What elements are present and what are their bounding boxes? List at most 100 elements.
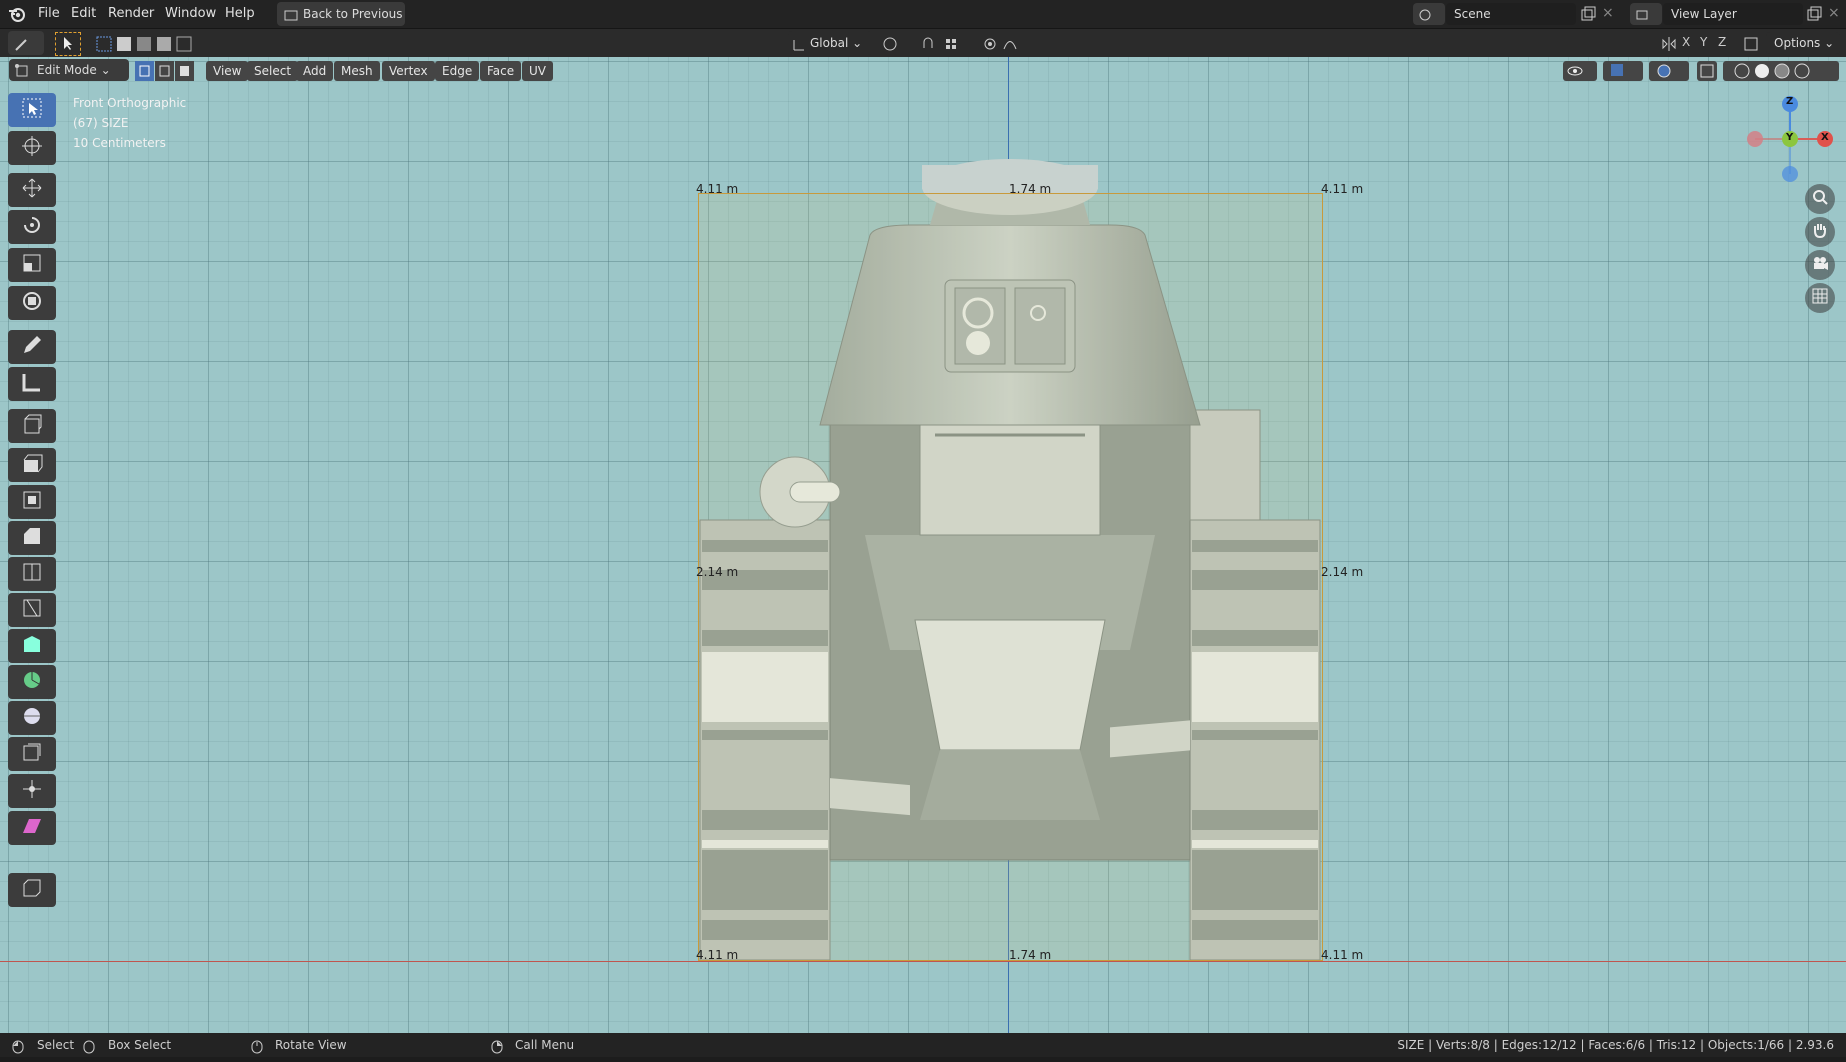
gizmo-x-label: X (1821, 132, 1829, 143)
blender-logo-icon[interactable] (8, 5, 26, 23)
ortho-toggle-button[interactable] (1805, 283, 1835, 313)
camera-view-button[interactable] (1805, 250, 1835, 280)
loop-cut-icon (21, 561, 43, 587)
scene-copy-icon[interactable] (1580, 6, 1596, 22)
knife-icon (21, 597, 43, 623)
header-mesh-button[interactable]: Mesh (334, 61, 380, 81)
menu-help[interactable]: Help (217, 0, 263, 28)
tool-loop-cut[interactable] (8, 557, 56, 591)
header-uv-button[interactable]: UV (522, 61, 553, 81)
tool-rotate[interactable] (8, 210, 56, 244)
measure-bot-mid: 1.74 m (1009, 948, 1052, 962)
cursor-select-icon (21, 97, 43, 123)
tool-inset[interactable] (8, 485, 56, 519)
bounding-box-overlay (698, 193, 1323, 961)
navigation-gizmo[interactable]: Z Y X (1745, 94, 1835, 184)
smooth-icon (21, 705, 43, 731)
tool-smooth[interactable] (8, 701, 56, 735)
header-view-button[interactable]: View (206, 61, 249, 81)
view-layer-copy-icon[interactable] (1806, 6, 1822, 22)
tool-edge-slide[interactable] (8, 737, 56, 771)
tool-select-box[interactable] (8, 93, 56, 127)
top-bar: File Edit Render Window Help Back to Pre… (0, 0, 1846, 29)
inset-icon (21, 489, 43, 515)
view-layer-label: View Layer (1671, 7, 1737, 21)
header-vertex-button[interactable]: Vertex (382, 61, 435, 81)
tool-poly-build[interactable] (8, 629, 56, 663)
grid-scale-label: 10 Centimeters (73, 136, 166, 150)
mode-label: Edit Mode (37, 63, 97, 77)
orientation-label: Global (810, 36, 849, 50)
back-to-previous-button[interactable]: Back to Previous (277, 2, 405, 26)
view-layer-selector-button[interactable] (1630, 3, 1662, 25)
scene-label: Scene (1454, 7, 1491, 21)
select-tool-icon[interactable] (55, 32, 81, 56)
extrude-icon (21, 452, 43, 478)
tool-move[interactable] (8, 173, 56, 207)
header-edge-button[interactable]: Edge (435, 61, 480, 81)
tool-bevel[interactable] (8, 521, 56, 555)
tool-transform[interactable] (8, 286, 56, 320)
editor-type-button[interactable] (8, 31, 44, 55)
view-layer-name-field[interactable]: View Layer (1663, 3, 1803, 25)
pan-button[interactable] (1805, 217, 1835, 247)
view-layer-close-icon[interactable]: × (1828, 5, 1840, 21)
tool-knife[interactable] (8, 593, 56, 627)
transform-orientation-dropdown[interactable]: Global ⌄ (788, 31, 872, 55)
scene-name-field[interactable]: Scene (1446, 3, 1576, 25)
scene-selector-button[interactable] (1413, 3, 1445, 25)
status-stats: SIZE | Verts:8/8 | Edges:12/12 | Faces:6… (1397, 1038, 1834, 1052)
status-call-menu-label: Call Menu (515, 1038, 575, 1052)
header-face-button[interactable]: Face (480, 61, 522, 81)
rotate-icon (21, 214, 43, 240)
scene-close-icon[interactable]: × (1602, 5, 1614, 21)
measure-bot-right: 4.11 m (1321, 948, 1364, 962)
edit-mode-icon (15, 63, 29, 85)
back-to-previous-label: Back to Previous (303, 7, 403, 21)
axis-x-toggle[interactable]: X (1682, 35, 1690, 49)
axis-y-toggle[interactable]: Y (1700, 35, 1707, 49)
mouse-drag-icon (83, 1038, 95, 1062)
viewport-shading-controls[interactable] (1563, 60, 1841, 82)
options-label: Options (1774, 36, 1821, 50)
snapping-icon[interactable] (920, 36, 974, 52)
bevel-icon (21, 525, 43, 551)
mirror-icon[interactable] (1660, 35, 1678, 53)
status-select-label: Select (37, 1038, 75, 1052)
measure-top-mid: 1.74 m (1009, 182, 1052, 196)
tool-extrude[interactable] (8, 448, 56, 482)
header-add-button[interactable]: Add (296, 61, 334, 81)
measure-mid-right: 2.14 m (1321, 565, 1364, 579)
gizmo-y-label: Y (1786, 132, 1794, 143)
tool-cursor[interactable] (8, 131, 56, 165)
zoom-button[interactable] (1805, 184, 1835, 214)
header-select-button[interactable]: Select (247, 61, 299, 81)
menu-render[interactable]: Render (100, 0, 162, 28)
menu-edit[interactable]: Edit (63, 0, 104, 28)
options-dropdown[interactable]: Options ⌄ (1766, 32, 1840, 54)
tool-shrink-fatten[interactable] (8, 774, 56, 808)
proportional-edit-icon[interactable] (982, 36, 1032, 52)
tool-annotate[interactable] (8, 330, 56, 364)
pivot-point-icon[interactable] (882, 36, 912, 52)
menu-window[interactable]: Window (157, 0, 224, 28)
axis-z-toggle[interactable]: Z (1718, 35, 1726, 49)
auto-merge-icon[interactable] (1742, 35, 1760, 53)
selection-mode-buttons[interactable] (95, 34, 201, 54)
hand-icon (1811, 221, 1829, 243)
shear-icon (21, 815, 43, 841)
poly-build-icon (21, 633, 43, 659)
status-rotate-label: Rotate View (275, 1038, 347, 1052)
view-layer-icon (1635, 6, 1649, 30)
select-mode-toggle[interactable] (135, 61, 195, 81)
tool-rip-region[interactable] (8, 873, 56, 907)
mode-dropdown[interactable]: Edit Mode ⌄ (9, 59, 129, 81)
tool-add-cube[interactable] (8, 409, 56, 443)
tool-scale[interactable] (8, 248, 56, 282)
tool-spin[interactable] (8, 665, 56, 699)
tool-measure[interactable] (8, 367, 56, 401)
active-object-label: (67) SIZE (73, 116, 129, 130)
tool-shear[interactable] (8, 811, 56, 845)
measure-top-left: 4.11 m (696, 182, 739, 196)
pencil-icon (21, 334, 43, 360)
